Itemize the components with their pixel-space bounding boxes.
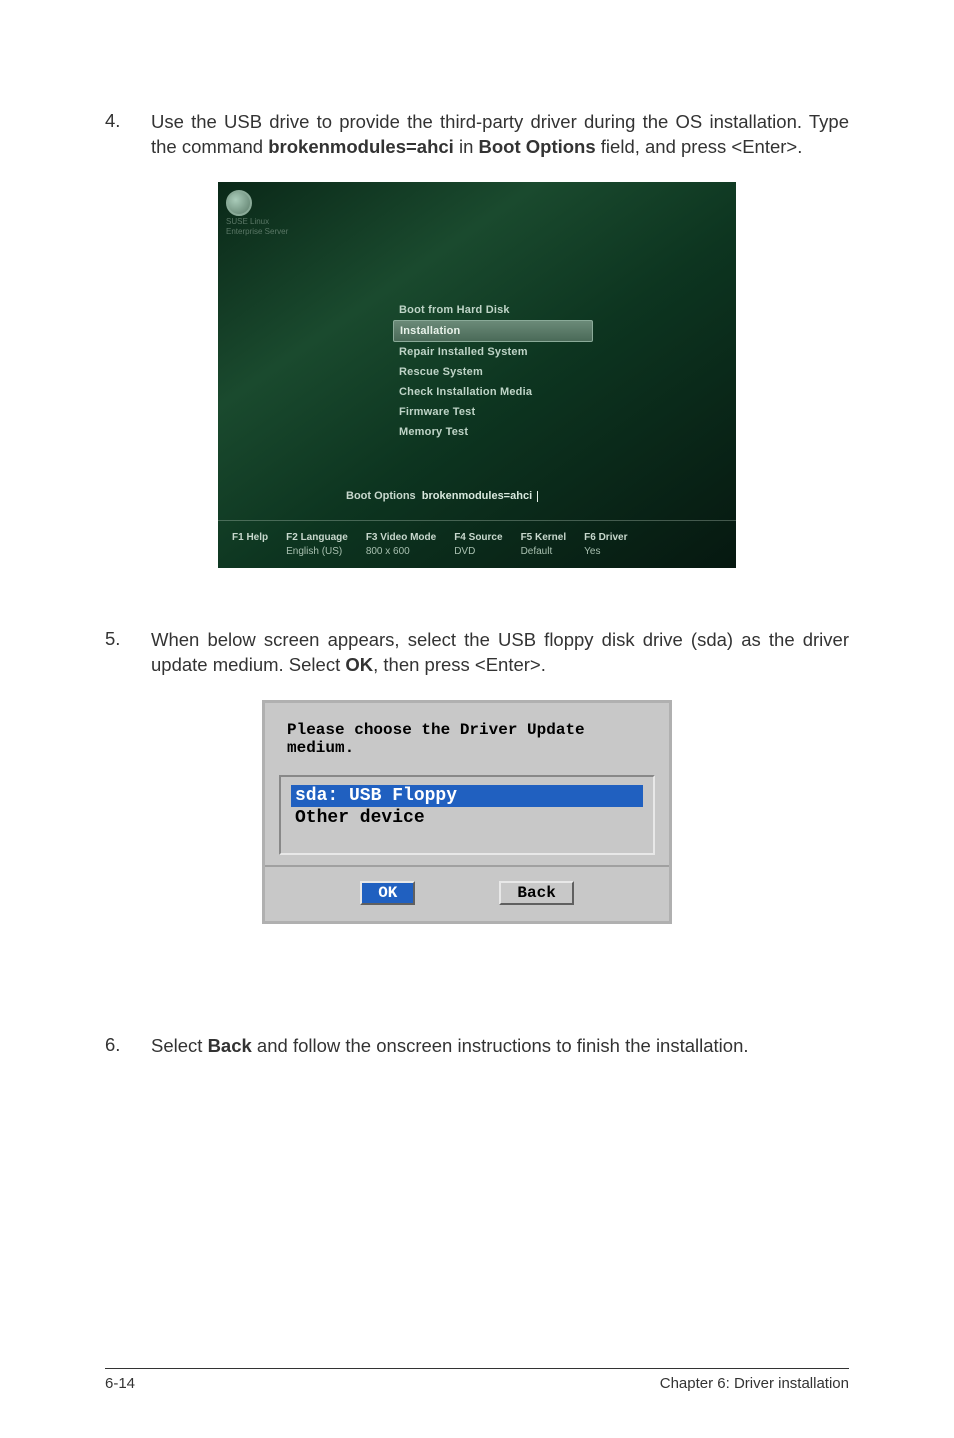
list-item-other[interactable]: Other device (291, 807, 643, 829)
boot-menu-item-rescue[interactable]: Rescue System (393, 362, 593, 382)
boot-options-label: Boot Options (346, 490, 416, 502)
back-button[interactable]: Back (499, 881, 573, 905)
boot-menu-item-harddisk[interactable]: Boot from Hard Disk (393, 300, 593, 320)
footer-page-number: 6-14 (105, 1375, 135, 1392)
ok-button[interactable]: OK (360, 881, 415, 905)
boot-menu-item-installation[interactable]: Installation (393, 320, 593, 342)
boot-options-input[interactable]: brokenmodules=ahci (422, 490, 532, 502)
suse-gecko-icon (226, 190, 252, 216)
page-footer: 6-14 Chapter 6: Driver installation (105, 1368, 849, 1392)
boot-menu-item-checkmedia[interactable]: Check Installation Media (393, 382, 593, 402)
suse-brand-line1: SUSE Linux (226, 218, 288, 226)
fkey-language[interactable]: F2 LanguageEnglish (US) (286, 532, 348, 557)
boot-fkey-bar: F1 Help F2 LanguageEnglish (US) F3 Video… (232, 532, 722, 557)
suse-boot-screen: SUSE Linux Enterprise Server Boot from H… (218, 182, 736, 568)
step-5-text: When below screen appears, select the US… (151, 628, 849, 678)
suse-logo-area: SUSE Linux Enterprise Server (226, 190, 288, 236)
suse-brand-line2: Enterprise Server (226, 228, 288, 236)
fkey-kernel[interactable]: F5 KernelDefault (521, 532, 567, 557)
dialog-list: sda: USB Floppy Other device (279, 775, 655, 855)
fkey-help[interactable]: F1 Help (232, 532, 268, 557)
fkey-videomode[interactable]: F3 Video Mode800 x 600 (366, 532, 436, 557)
boot-menu: Boot from Hard Disk Installation Repair … (393, 300, 593, 442)
step-6-text: Select Back and follow the onscreen inst… (151, 1034, 749, 1059)
step-4-text: Use the USB drive to provide the third-p… (151, 110, 849, 160)
list-item-sda[interactable]: sda: USB Floppy (291, 785, 643, 807)
step-6: 6. Select Back and follow the onscreen i… (105, 1034, 849, 1059)
driver-update-dialog: Please choose the Driver Update medium. … (262, 700, 672, 924)
step-number: 4. (105, 110, 151, 160)
step-4: 4. Use the USB drive to provide the thir… (105, 110, 849, 160)
dialog-title: Please choose the Driver Update medium. (265, 703, 669, 771)
fkey-driver[interactable]: F6 DriverYes (584, 532, 627, 557)
step-number: 6. (105, 1034, 151, 1059)
dialog-button-row: OK Back (265, 865, 669, 921)
step-5: 5. When below screen appears, select the… (105, 628, 849, 678)
boot-menu-item-repair[interactable]: Repair Installed System (393, 342, 593, 362)
boot-divider (218, 520, 736, 521)
boot-menu-item-memory[interactable]: Memory Test (393, 422, 593, 442)
step-number: 5. (105, 628, 151, 678)
boot-menu-item-firmware[interactable]: Firmware Test (393, 402, 593, 422)
boot-options-line: Boot Options brokenmodules=ahci (346, 490, 532, 502)
fkey-source[interactable]: F4 SourceDVD (454, 532, 502, 557)
footer-chapter-title: Chapter 6: Driver installation (660, 1375, 849, 1392)
